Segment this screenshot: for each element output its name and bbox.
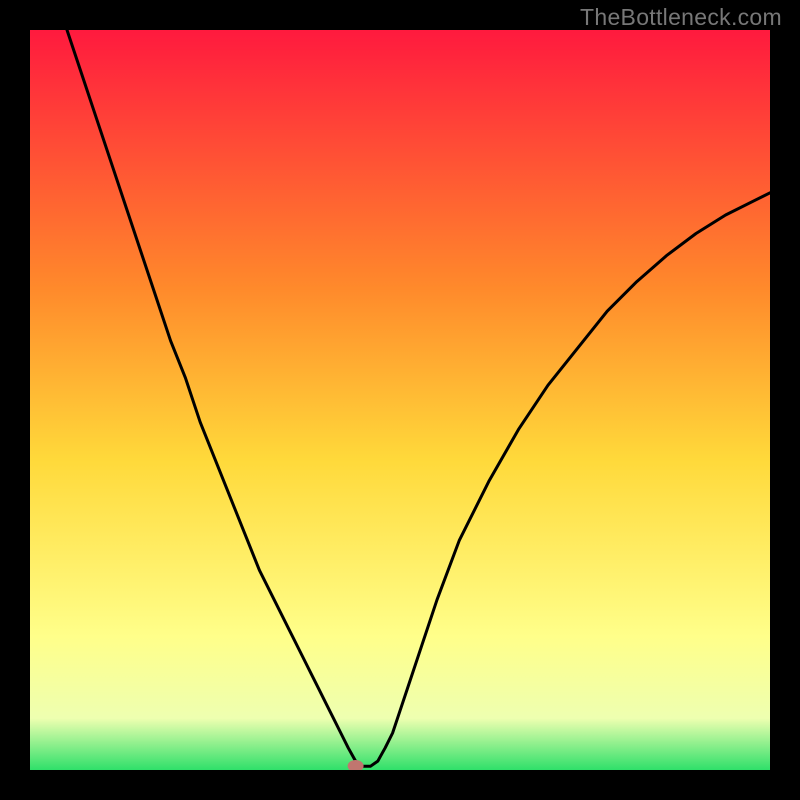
chart-svg <box>30 30 770 770</box>
chart-frame: TheBottleneck.com <box>0 0 800 800</box>
gradient-background <box>30 30 770 770</box>
plot-area <box>30 30 770 770</box>
watermark-text: TheBottleneck.com <box>580 4 782 31</box>
